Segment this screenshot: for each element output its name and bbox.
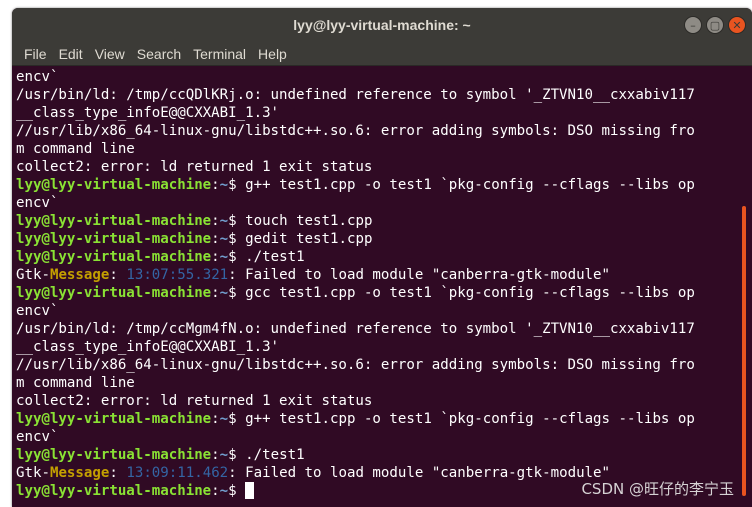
terminal-line: collect2: error: ld returned 1 exit stat… [16,393,373,409]
prompt-colon: : [211,447,220,463]
prompt-dollar: $ [228,411,237,427]
window-title: lyy@lyy-virtual-machine: ~ [293,17,471,33]
minimize-button[interactable]: – [684,16,702,34]
prompt-dollar: $ [228,177,237,193]
menu-terminal[interactable]: Terminal [187,46,252,62]
prompt-dollar: $ [228,483,237,499]
prompt-user: lyy@lyy-virtual-machine [16,447,212,463]
prompt-path: ~ [219,249,229,265]
scrollbar-thumb[interactable] [742,206,746,496]
terminal-line: collect2: error: ld returned 1 exit stat… [16,159,373,175]
gtk-prefix: Gtk- [16,267,50,283]
prompt-dollar: $ [228,249,237,265]
gtk-message-label: Message [49,465,110,481]
maximize-button[interactable]: ▢ [706,16,724,34]
terminal-line: lyy@lyy-virtual-machine:~$ g++ test1.cpp… [16,176,734,194]
prompt-path: ~ [219,213,229,229]
gtk-text: : Failed to load module "canberra-gtk-mo… [228,465,611,481]
terminal-line: lyy@lyy-virtual-machine:~$ gedit test1.c… [16,230,734,248]
terminal-line: //usr/lib/x86_64-linux-gnu/libstdc++.so.… [16,123,695,139]
terminal-line: //usr/lib/x86_64-linux-gnu/libstdc++.so.… [16,357,695,373]
prompt-dollar: $ [228,285,237,301]
prompt-path: ~ [219,285,229,301]
prompt-dollar: $ [228,231,237,247]
command-text: g++ test1.cpp -o test1 `pkg-config --cfl… [236,177,695,193]
gtk-timestamp: 13:07:55.321 [126,267,229,283]
terminal-line: lyy@lyy-virtual-machine:~$ gcc test1.cpp… [16,284,734,302]
gtk-message-label: Message [49,267,110,283]
prompt-colon: : [211,411,220,427]
prompt-colon: : [211,213,220,229]
command-text: gedit test1.cpp [236,231,373,247]
command-text [237,483,246,499]
prompt-colon: : [211,231,220,247]
prompt-dollar: $ [228,447,237,463]
terminal-line: m command line [16,375,135,391]
prompt-path: ~ [219,447,229,463]
terminal-line: __class_type_infoE@@CXXABI_1.3' [16,105,280,121]
terminal-output[interactable]: encv` /usr/bin/ld: /tmp/ccQDlKRj.o: undef… [12,66,734,507]
gtk-timestamp: 13:09:11.462 [126,465,229,481]
prompt-user: lyy@lyy-virtual-machine [16,483,212,499]
command-text: ./test1 [236,447,305,463]
prompt-user: lyy@lyy-virtual-machine [16,213,212,229]
terminal-line: lyy@lyy-virtual-machine:~$ g++ test1.cpp… [16,410,734,428]
terminal-line: encv` [16,69,59,85]
prompt-colon: : [211,483,220,499]
terminal-line: /usr/bin/ld: /tmp/ccQDlKRj.o: undefined … [16,87,695,103]
gtk-colon: : [109,267,127,283]
menu-help[interactable]: Help [252,46,293,62]
prompt-dollar: $ [228,213,237,229]
prompt-user: lyy@lyy-virtual-machine [16,177,212,193]
gtk-text: : Failed to load module "canberra-gtk-mo… [228,267,611,283]
window-controls: – ▢ ✕ [684,16,746,34]
terminal-window: lyy@lyy-virtual-machine: ~ – ▢ ✕ File Ed… [12,8,752,507]
terminal-line: Gtk-Message: 13:07:55.321: Failed to loa… [16,266,734,284]
command-text: g++ test1.cpp -o test1 `pkg-config --cfl… [236,411,695,427]
prompt-user: lyy@lyy-virtual-machine [16,249,212,265]
close-button[interactable]: ✕ [728,16,746,34]
watermark: CSDN @旺仔的李宁玉 [581,480,734,498]
prompt-path: ~ [219,411,229,427]
command-text: gcc test1.cpp -o test1 `pkg-config --cfl… [236,285,695,301]
gtk-colon: : [109,465,127,481]
scrollbar[interactable] [734,66,752,507]
prompt-path: ~ [219,177,229,193]
menu-search[interactable]: Search [131,46,187,62]
terminal-line: /usr/bin/ld: /tmp/ccMgm4fN.o: undefined … [16,321,695,337]
command-text: ./test1 [236,249,305,265]
terminal-line: encv` [16,429,59,445]
prompt-path: ~ [219,483,229,499]
command-text: touch test1.cpp [236,213,373,229]
menu-bar: File Edit View Search Terminal Help [12,42,752,66]
terminal-line: encv` [16,195,59,211]
terminal-line: m command line [16,141,135,157]
prompt-path: ~ [219,231,229,247]
prompt-colon: : [211,249,220,265]
gtk-prefix: Gtk- [16,465,50,481]
terminal-line: lyy@lyy-virtual-machine:~$ touch test1.c… [16,212,734,230]
terminal-line: lyy@lyy-virtual-machine:~$ ./test1 [16,248,734,266]
terminal-line: __class_type_infoE@@CXXABI_1.3' [16,339,280,355]
prompt-colon: : [211,285,220,301]
terminal-line: lyy@lyy-virtual-machine:~$ ./test1 [16,446,734,464]
prompt-user: lyy@lyy-virtual-machine [16,411,212,427]
menu-edit[interactable]: Edit [53,46,89,62]
menu-view[interactable]: View [89,46,131,62]
menu-file[interactable]: File [18,46,53,62]
prompt-colon: : [211,177,220,193]
terminal-line: encv` [16,303,59,319]
terminal-cursor [245,482,255,499]
title-bar[interactable]: lyy@lyy-virtual-machine: ~ – ▢ ✕ [12,8,752,42]
prompt-user: lyy@lyy-virtual-machine [16,231,212,247]
prompt-user: lyy@lyy-virtual-machine [16,285,212,301]
